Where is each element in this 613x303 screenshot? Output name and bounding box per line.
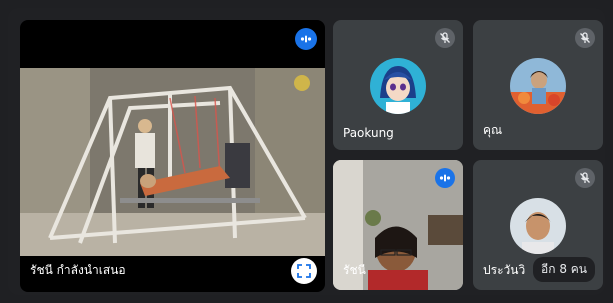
presenter-caption: รัชนี กำลังนำเสนอ — [30, 263, 126, 277]
presentation-scene — [20, 68, 325, 256]
participant-tile-you[interactable]: คุณ — [473, 20, 603, 150]
avatar — [510, 58, 566, 114]
participant-name: คุณ — [483, 123, 503, 137]
avatar — [510, 198, 566, 254]
participant-name: ประวันวิ — [483, 263, 526, 277]
mic-off-icon — [435, 28, 455, 48]
speaking-indicator-icon — [295, 28, 317, 50]
participant-tile-ratchanee[interactable]: รัชนี — [333, 160, 463, 290]
participant-name: รัชนี — [343, 263, 366, 277]
presenter-tile[interactable]: รัชนี กำลังนำเสนอ — [20, 20, 325, 292]
mic-off-icon — [575, 28, 595, 48]
participant-name: Paokung — [343, 126, 394, 140]
participant-tile-paokung[interactable]: Paokung — [333, 20, 463, 150]
mic-off-icon — [575, 168, 595, 188]
more-participants-button[interactable]: อีก 8 คน — [533, 257, 595, 282]
presentation-video — [20, 68, 325, 256]
speaking-indicator-icon — [435, 168, 455, 188]
fullscreen-icon[interactable] — [291, 258, 317, 284]
participant-tile-prawanwi[interactable]: ประวันวิ อีก 8 คน — [473, 160, 603, 290]
avatar — [370, 58, 426, 114]
